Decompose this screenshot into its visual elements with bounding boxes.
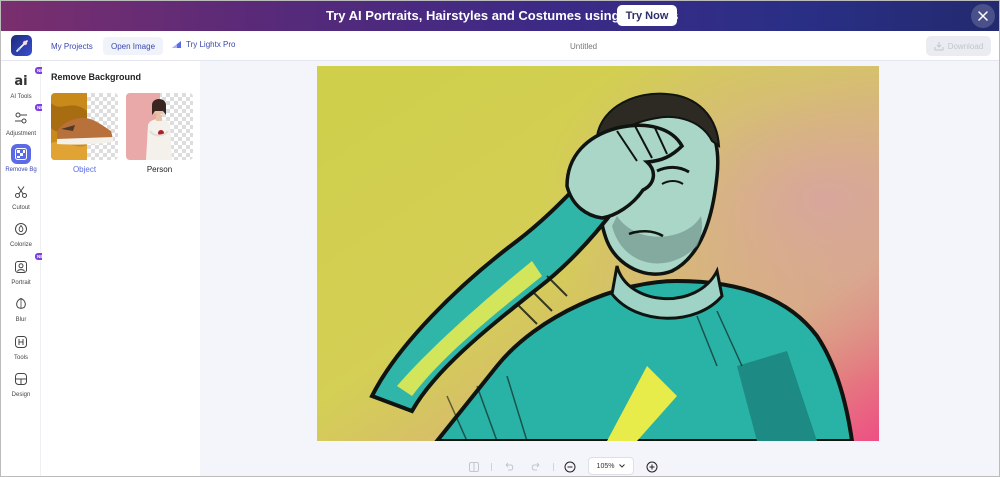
zoom-in-icon bbox=[646, 461, 658, 473]
open-image-button[interactable]: Open Image bbox=[103, 37, 164, 55]
download-label: Download bbox=[947, 41, 984, 51]
rail-item-tools[interactable]: Tools bbox=[1, 332, 41, 368]
divider bbox=[553, 463, 554, 471]
banner-close-button[interactable] bbox=[971, 4, 995, 28]
scissors-icon bbox=[11, 182, 31, 202]
remove-bg-icon bbox=[11, 144, 31, 164]
canvas-image[interactable] bbox=[317, 66, 879, 441]
rail-label: AI Tools bbox=[10, 94, 32, 100]
compare-icon bbox=[469, 462, 479, 472]
pro-icon bbox=[172, 41, 181, 48]
download-button[interactable]: Download bbox=[926, 36, 991, 56]
zoom-out-button[interactable] bbox=[564, 458, 576, 476]
tool-rail: ai NEW AI Tools NEW Adjustment bbox=[1, 61, 50, 476]
canvas-workspace[interactable] bbox=[200, 61, 999, 476]
option-object-label: Object bbox=[72, 165, 97, 174]
logo-icon bbox=[15, 39, 28, 52]
app-logo[interactable] bbox=[11, 35, 32, 56]
rail-label: Portrait bbox=[11, 280, 31, 286]
rail-item-cutout[interactable]: Cutout bbox=[1, 182, 41, 218]
redo-icon bbox=[531, 462, 540, 471]
top-toolbar: My Projects Open Image Try Lightx Pro Un… bbox=[1, 31, 999, 61]
rail-label: Tools bbox=[13, 355, 28, 361]
sliders-icon: NEW bbox=[11, 104, 50, 128]
compare-button[interactable] bbox=[468, 458, 480, 476]
artwork-illustration bbox=[317, 66, 879, 441]
promo-banner: Try AI Portraits, Hairstyles and Costume… bbox=[1, 1, 999, 31]
rail-item-colorize[interactable]: Colorize bbox=[1, 219, 41, 255]
person-thumbnail bbox=[126, 93, 193, 160]
my-projects-button[interactable]: My Projects bbox=[43, 37, 101, 55]
try-now-button[interactable]: Try Now bbox=[617, 5, 677, 26]
remove-background-panel: Remove Background Object Person bbox=[42, 61, 200, 476]
option-person-label: Person bbox=[146, 165, 173, 174]
zoom-level: 105% bbox=[596, 462, 615, 470]
undo-button[interactable] bbox=[503, 458, 515, 476]
rail-label: Design bbox=[11, 392, 31, 398]
rail-label: Cutout bbox=[12, 205, 30, 211]
zoom-in-button[interactable] bbox=[646, 458, 658, 476]
chevron-down-icon bbox=[619, 464, 626, 468]
blur-icon bbox=[11, 294, 31, 314]
rail-item-design[interactable]: Design bbox=[1, 369, 41, 405]
rail-item-remove-bg[interactable]: Remove Bg bbox=[1, 144, 41, 180]
option-object-card[interactable] bbox=[51, 93, 118, 160]
ai-icon: ai NEW bbox=[11, 67, 50, 91]
zoom-out-icon bbox=[564, 461, 576, 473]
undo-icon bbox=[505, 462, 514, 471]
try-pro-label: Try Lightx Pro bbox=[186, 40, 236, 49]
rail-item-blur[interactable]: Blur bbox=[1, 294, 41, 330]
download-icon bbox=[934, 41, 944, 50]
rail-item-ai-tools[interactable]: ai NEW AI Tools bbox=[1, 67, 50, 107]
app-window: Try AI Portraits, Hairstyles and Costume… bbox=[0, 0, 1000, 477]
redo-button[interactable] bbox=[530, 458, 542, 476]
zoom-select[interactable]: 105% bbox=[588, 457, 634, 475]
try-pro-button[interactable]: Try Lightx Pro bbox=[171, 40, 236, 49]
rail-item-adjustment[interactable]: NEW Adjustment bbox=[1, 104, 50, 144]
rail-label: Remove Bg bbox=[5, 167, 37, 173]
close-icon bbox=[978, 11, 988, 21]
rail-label: Blur bbox=[15, 317, 27, 323]
panel-title: Remove Background bbox=[51, 72, 142, 82]
document-title: Untitled bbox=[570, 42, 598, 51]
option-person-card[interactable] bbox=[126, 93, 193, 160]
object-thumbnail bbox=[51, 93, 118, 160]
portrait-icon: NEW bbox=[11, 253, 50, 277]
rail-item-portrait[interactable]: NEW Portrait bbox=[1, 253, 50, 293]
droplet-icon bbox=[11, 219, 31, 239]
rail-label: Adjustment bbox=[5, 131, 36, 137]
rail-label: Colorize bbox=[9, 242, 32, 248]
design-icon bbox=[11, 369, 31, 389]
tools-icon bbox=[11, 332, 31, 352]
divider bbox=[491, 463, 492, 471]
